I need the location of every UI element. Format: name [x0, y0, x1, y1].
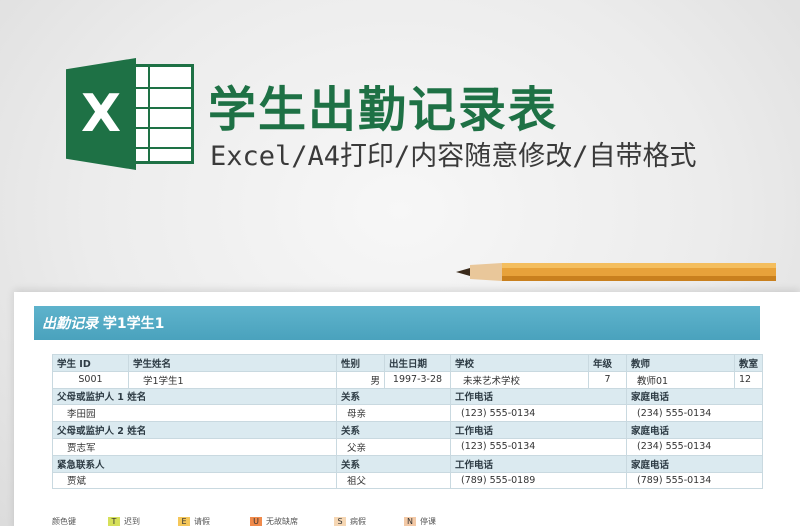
table-cell[interactable]: (123) 555-0134	[450, 437, 627, 456]
table-row: 贾志军 父亲 (123) 555-0134 (234) 555-0134	[52, 437, 764, 456]
banner-prefix: 出勤记录	[42, 316, 98, 332]
legend-swatch: N	[404, 516, 416, 526]
table-row: 学生 ID 学生姓名 性别 出生日期 学校 年级 教师 教室	[52, 354, 764, 372]
legend-label: 颜色键	[52, 517, 76, 526]
header-cell[interactable]: 家庭电话	[625, 387, 764, 406]
table-row: 紧急联系人 关系 工作电话 家庭电话	[52, 454, 764, 473]
table-cell[interactable]: 12	[733, 370, 764, 389]
student-info-table: 学生 ID 学生姓名 性别 出生日期 学校 年级 教师 教室 S001 学1学生…	[52, 354, 764, 490]
legend-item-label: 病假	[350, 517, 366, 526]
table-row: 父母或监护人 2 姓名 关系 工作电话 家庭电话	[52, 421, 764, 439]
color-key-legend: 颜色键 T 迟到 E 请假 U 无故缺席 S 病假 N 停课	[52, 514, 472, 526]
header-cell[interactable]: 工作电话	[450, 421, 627, 439]
header-cell[interactable]: 关系	[336, 454, 451, 473]
header-cell[interactable]: 教师	[626, 354, 735, 372]
header-cell[interactable]: 工作电话	[450, 387, 627, 406]
table-cell[interactable]: 男	[336, 370, 385, 389]
legend-item-sick: S 病假	[334, 516, 366, 526]
header-cell[interactable]: 学生姓名	[128, 354, 337, 372]
banner-student-name: 学1学生1	[102, 316, 165, 332]
header-cell[interactable]: 家庭电话	[625, 454, 764, 473]
header-cell[interactable]: 父母或监护人 1 姓名	[52, 387, 337, 406]
legend-item-label: 迟到	[124, 517, 140, 526]
header-cell[interactable]: 学生 ID	[52, 354, 129, 372]
header-cell[interactable]: 父母或监护人 2 姓名	[52, 421, 337, 439]
table-row: 贾斌 祖父 (789) 555-0189 (789) 555-0134	[52, 471, 764, 490]
legend-item-unexcused: U 无故缺席	[250, 516, 298, 526]
page-title: 学生出勤记录表	[208, 82, 559, 138]
table-cell[interactable]: (234) 555-0134	[625, 437, 764, 456]
pencil-icon	[456, 263, 776, 281]
header-cell[interactable]: 紧急联系人	[52, 454, 337, 473]
header-cell[interactable]: 学校	[450, 354, 589, 372]
banner-title: 出勤记录 学1学生1	[42, 313, 164, 333]
header-cell[interactable]: 教室	[733, 354, 764, 372]
table-cell[interactable]: 教师01	[626, 370, 735, 389]
table-cell[interactable]: (234) 555-0134	[625, 404, 764, 423]
header-cell[interactable]: 年级	[588, 354, 627, 372]
header-cell[interactable]: 出生日期	[384, 354, 451, 372]
legend-item-suspended: N 停课	[404, 516, 436, 526]
sheet-banner: 出勤记录 学1学生1	[34, 306, 760, 340]
table-row: S001 学1学生1 男 1997-3-28 未来艺术学校 7 教师01 12	[52, 370, 764, 389]
table-cell[interactable]: 李田园	[52, 404, 337, 423]
excel-logo-icon: X	[66, 58, 194, 170]
legend-item-late: T 迟到	[108, 516, 140, 526]
table-cell[interactable]: 贾斌	[52, 471, 337, 490]
table-cell[interactable]: 父亲	[336, 437, 451, 456]
header-cell[interactable]: 关系	[336, 387, 451, 406]
header-cell[interactable]: 家庭电话	[625, 421, 764, 439]
table-cell[interactable]: (789) 555-0189	[450, 471, 627, 490]
table-cell[interactable]: 学1学生1	[128, 370, 337, 389]
legend-item-label: 无故缺席	[266, 517, 298, 526]
legend-swatch: T	[108, 516, 120, 526]
header-cell[interactable]: 工作电话	[450, 454, 627, 473]
table-cell[interactable]: 母亲	[336, 404, 451, 423]
table-cell[interactable]: (789) 555-0134	[625, 471, 764, 490]
header-cell[interactable]: 关系	[336, 421, 451, 439]
table-cell[interactable]: 7	[588, 370, 627, 389]
legend-swatch: S	[334, 516, 346, 526]
legend-item-excused: E 请假	[178, 516, 210, 526]
table-cell[interactable]: 贾志军	[52, 437, 337, 456]
legend-swatch: E	[178, 516, 190, 526]
table-row: 父母或监护人 1 姓名 关系 工作电话 家庭电话	[52, 387, 764, 406]
legend-swatch: U	[250, 516, 262, 526]
legend-item-label: 请假	[194, 517, 210, 526]
table-row: 李田园 母亲 (123) 555-0134 (234) 555-0134	[52, 404, 764, 423]
header-cell[interactable]: 性别	[336, 354, 385, 372]
page-subtitle: Excel/A4打印/内容随意修改/自带格式	[210, 141, 697, 172]
table-cell[interactable]: 1997-3-28	[384, 370, 451, 389]
table-cell[interactable]: S001	[52, 370, 129, 389]
table-cell[interactable]: 祖父	[336, 471, 451, 490]
table-cell[interactable]: (123) 555-0134	[450, 404, 627, 423]
legend-item-label: 停课	[420, 517, 436, 526]
logo-letter: X	[80, 84, 122, 144]
table-cell[interactable]: 未来艺术学校	[450, 370, 589, 389]
